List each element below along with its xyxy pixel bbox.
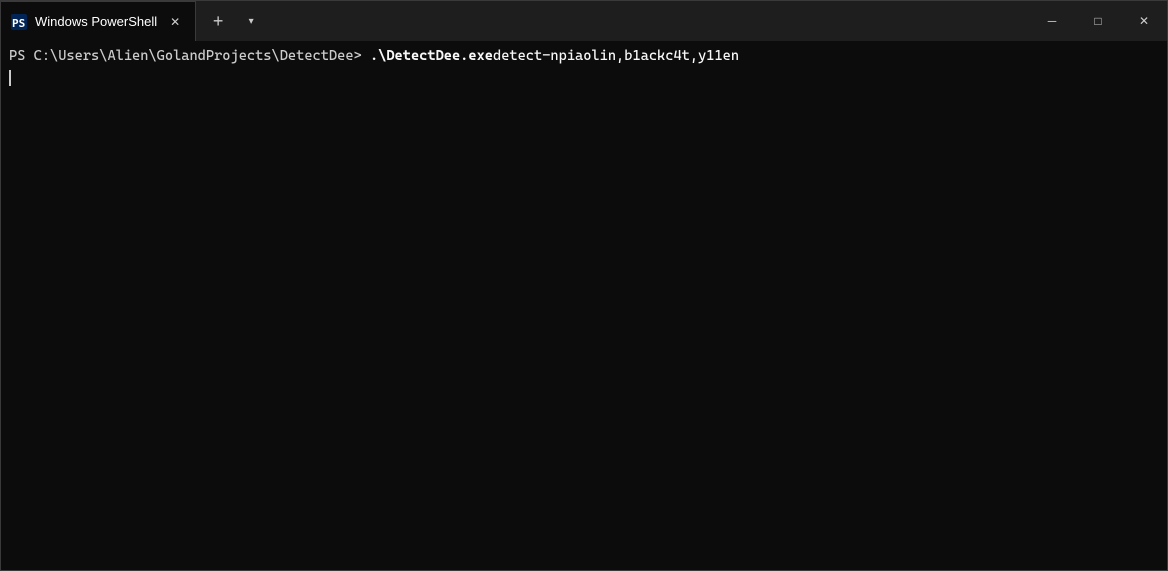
terminal-body[interactable]: PS C:\Users\Alien\GolandProjects\DetectD… — [1, 41, 1167, 570]
command-flag: -n — [542, 47, 558, 67]
command-line: PS C:\Users\Alien\GolandProjects\DetectD… — [9, 47, 1159, 67]
terminal-cursor — [9, 70, 11, 86]
command-verb: detect — [493, 47, 542, 67]
command-args: piaolin,b1ackc4t,y11en — [559, 47, 739, 67]
active-tab[interactable]: PS Windows PowerShell ✕ — [1, 1, 196, 41]
new-tab-button[interactable]: + — [200, 3, 236, 39]
command-executable: .\DetectDee.exe — [370, 47, 493, 67]
tab-area: PS Windows PowerShell ✕ + ▾ — [1, 1, 1029, 41]
titlebar: PS Windows PowerShell ✕ + ▾ ─ □ ✕ — [1, 1, 1167, 41]
tab-label: Windows PowerShell — [35, 14, 157, 29]
minimize-button[interactable]: ─ — [1029, 1, 1075, 41]
powershell-window: PS Windows PowerShell ✕ + ▾ ─ □ ✕ PS C:\… — [0, 0, 1168, 571]
close-button[interactable]: ✕ — [1121, 1, 1167, 41]
svg-text:PS: PS — [12, 17, 25, 30]
powershell-icon: PS — [11, 14, 27, 30]
dropdown-button[interactable]: ▾ — [236, 3, 266, 39]
terminal-prompt: PS C:\Users\Alien\GolandProjects\DetectD… — [9, 47, 370, 67]
cursor-line — [9, 69, 1159, 83]
maximize-button[interactable]: □ — [1075, 1, 1121, 41]
tab-close-button[interactable]: ✕ — [165, 12, 185, 32]
window-controls: ─ □ ✕ — [1029, 1, 1167, 41]
